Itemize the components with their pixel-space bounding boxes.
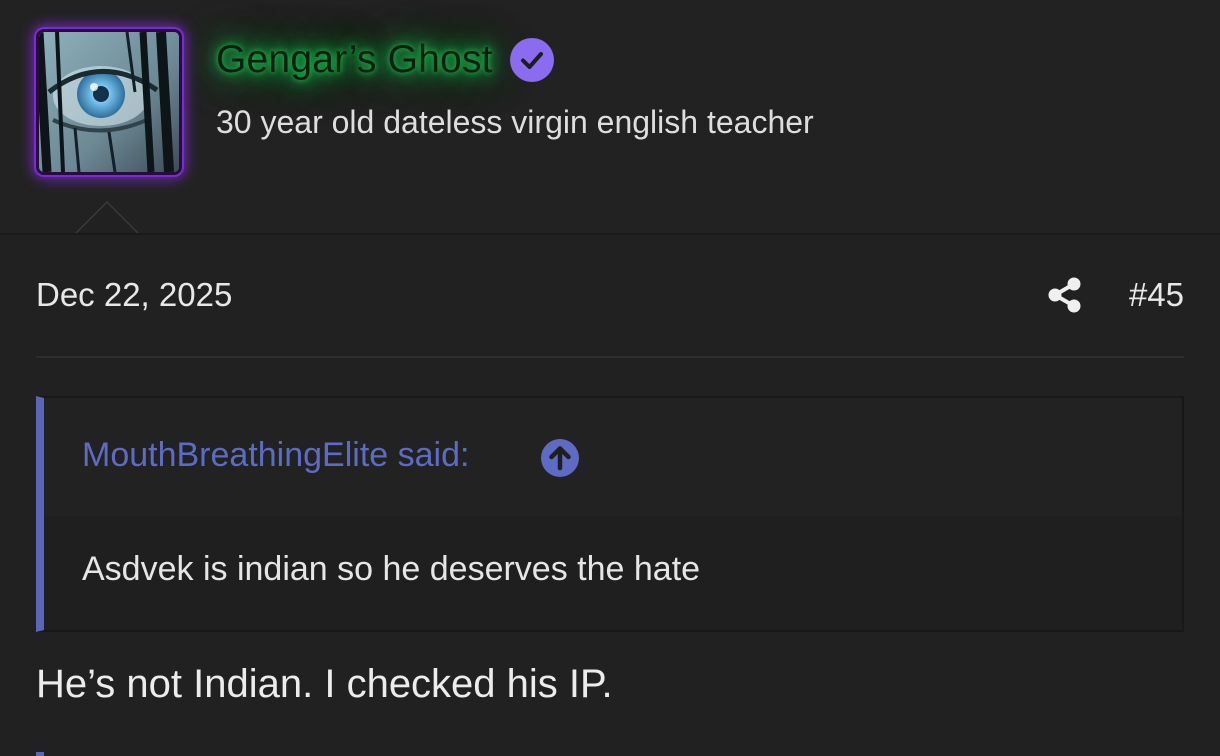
post-body: He’s not Indian. I checked his IP. — [36, 662, 613, 706]
avatar[interactable] — [36, 29, 182, 175]
avatar-image — [39, 32, 179, 172]
share-icon[interactable] — [1046, 276, 1084, 314]
divider — [0, 233, 1220, 235]
quote-author-link[interactable]: MouthBreathingElite said: — [82, 436, 469, 475]
verified-check-icon — [509, 37, 555, 83]
username-row: Gengar’s Ghost — [216, 34, 555, 86]
user-title: 30 year old dateless virgin english teac… — [216, 104, 814, 140]
caret-pointer-fill — [75, 203, 139, 235]
quote-header: MouthBreathingElite said: — [44, 398, 1182, 516]
post-date[interactable]: Dec 22, 2025 — [36, 276, 232, 314]
username-link[interactable]: Gengar’s Ghost — [216, 38, 493, 82]
divider — [36, 356, 1184, 358]
arrow-up-circle-icon[interactable] — [540, 438, 580, 478]
post-number-link[interactable]: #45 — [1129, 276, 1184, 314]
post-page: Gengar’s Ghost 30 year old dateless virg… — [0, 0, 1220, 756]
user-header: Gengar’s Ghost 30 year old dateless virg… — [0, 0, 1220, 235]
quote-block: MouthBreathingElite said: Asdvek is indi… — [36, 396, 1184, 632]
quote-text: Asdvek is indian so he deserves the hate — [82, 550, 701, 588]
next-quote-edge — [36, 752, 44, 756]
